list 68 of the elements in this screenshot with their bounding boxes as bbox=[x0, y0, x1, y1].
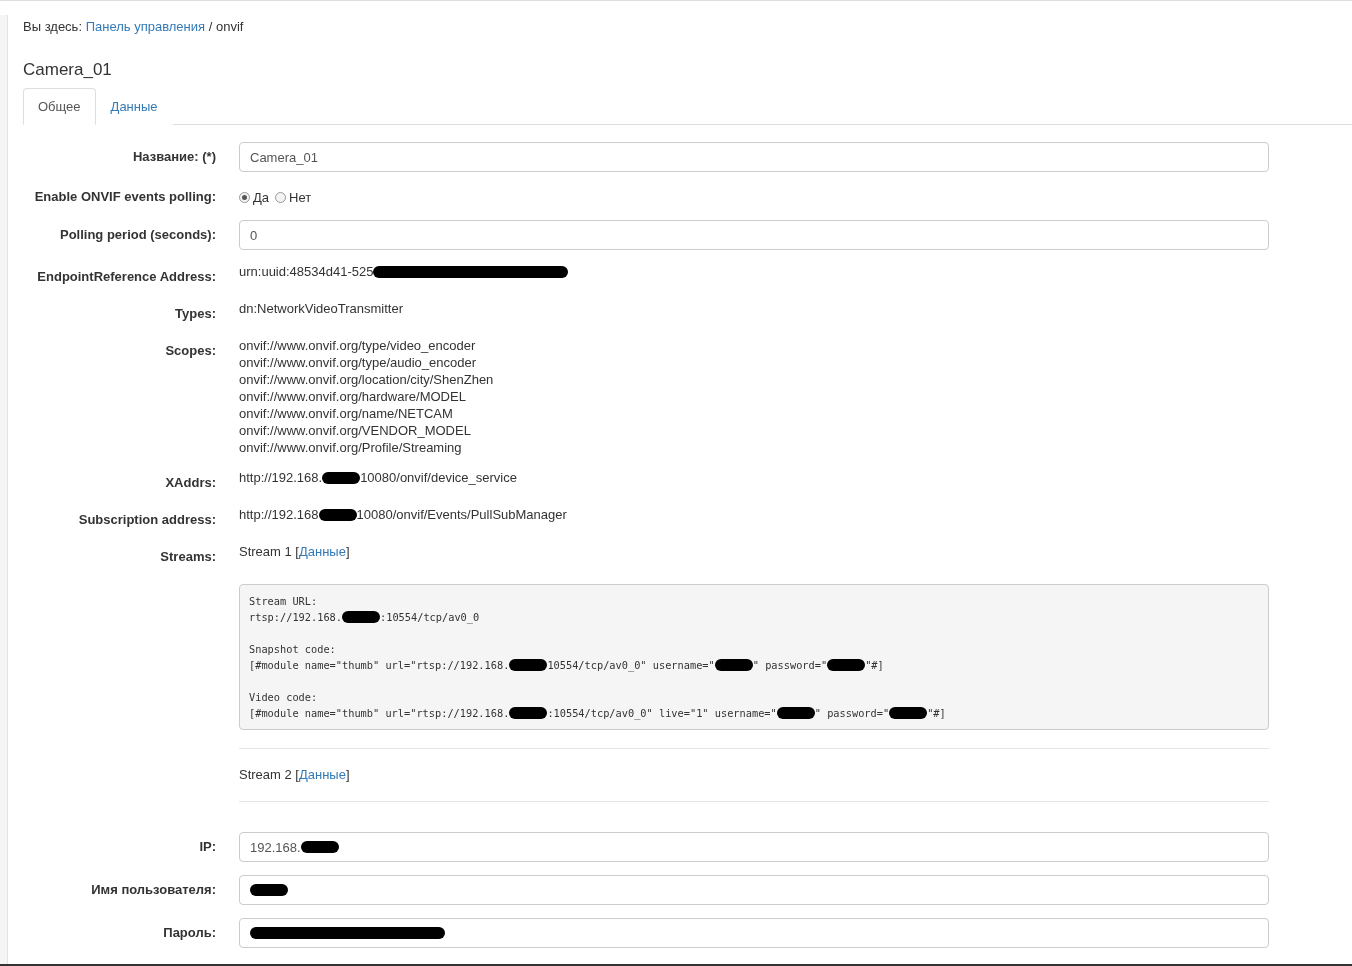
field-label: Subscription address: bbox=[77, 511, 216, 529]
field-label: EndpointReference Address: bbox=[36, 268, 216, 286]
value-text: 10080/onvif/device_service bbox=[360, 469, 517, 486]
value-text: 10080/onvif/Events/PullSubManager bbox=[356, 506, 567, 523]
breadcrumb-link[interactable]: Панель управления bbox=[85, 19, 206, 34]
field-label: IP: bbox=[198, 838, 216, 856]
input-field[interactable]: 192.168. bbox=[239, 832, 1269, 862]
value-text: Video code: bbox=[249, 691, 318, 703]
field-label: Scopes: bbox=[164, 342, 216, 360]
redaction-mark bbox=[322, 471, 361, 484]
stream-title: Stream 1 [Данные] bbox=[239, 543, 351, 560]
value-text: 10554/tcp/av0_0" username=" bbox=[547, 659, 715, 671]
field-label: Polling period (seconds): bbox=[59, 226, 216, 244]
field-label: Пароль: bbox=[162, 924, 216, 942]
redaction-mark bbox=[827, 659, 866, 671]
value-text: onvif://www.onvif.org/type/video_encoder bbox=[239, 337, 476, 354]
field-label: Название: (*) bbox=[131, 148, 216, 166]
redaction-mark bbox=[509, 659, 548, 671]
value-text: Stream URL: bbox=[249, 595, 318, 607]
value-text: onvif://www.onvif.org/type/audio_encoder bbox=[239, 354, 477, 371]
redaction-mark bbox=[250, 884, 288, 896]
breadcrumb-prefix: Вы здесь: bbox=[23, 19, 83, 34]
radio-button[interactable] bbox=[239, 191, 250, 203]
tab[interactable]: Общее bbox=[23, 88, 96, 125]
value-text: http://192.168 bbox=[239, 506, 319, 523]
redaction-mark bbox=[714, 659, 753, 671]
value-text: dn:NetworkVideoTransmitter bbox=[239, 300, 403, 317]
value-text: "#] bbox=[865, 659, 884, 671]
radio-button[interactable] bbox=[275, 191, 287, 203]
value-text: Camera_01 bbox=[250, 149, 318, 165]
stream-title: Stream 2 [Данные] bbox=[239, 766, 351, 783]
redaction-mark bbox=[300, 841, 339, 853]
value-text: :10554/tcp/av0_0" live="1" username=" bbox=[547, 707, 777, 719]
field-label: Types: bbox=[174, 305, 216, 323]
redaction-mark bbox=[342, 611, 380, 623]
value-text: Snapshot code: bbox=[249, 643, 336, 655]
radio-label: Нет bbox=[289, 189, 312, 205]
value-text: urn:uuid:48534d41-525 bbox=[239, 263, 374, 280]
field-label: Имя пользователя: bbox=[90, 881, 216, 899]
value-text: " password=" bbox=[752, 659, 828, 671]
input-field[interactable] bbox=[239, 918, 1269, 948]
value-text: onvif://www.onvif.org/name/NETCAM bbox=[239, 405, 453, 422]
value-text: onvif://www.onvif.org/VENDOR_MODEL bbox=[239, 422, 471, 439]
radio-label: Да bbox=[253, 189, 270, 205]
page-title: Camera_01 bbox=[23, 60, 113, 80]
breadcrumb-current: / onvif bbox=[207, 19, 244, 34]
value-text: [#module name="thumb" url="rtsp://192.168. bbox=[249, 707, 510, 719]
field-label: XAddrs: bbox=[164, 474, 216, 492]
value-text: " password=" bbox=[814, 707, 890, 719]
field-label: Streams: bbox=[159, 548, 216, 566]
input-field[interactable]: 0 bbox=[239, 220, 1269, 250]
redaction-mark bbox=[509, 707, 548, 719]
value-text: http://192.168. bbox=[239, 469, 323, 486]
value-text: "#] bbox=[927, 707, 946, 719]
value-text: 192.168. bbox=[250, 839, 301, 855]
redaction-mark bbox=[889, 707, 928, 719]
value-text: 0 bbox=[250, 227, 258, 243]
redaction-mark bbox=[318, 508, 357, 521]
redaction-mark bbox=[776, 707, 815, 719]
value-text: [#module name="thumb" url="rtsp://192.168. bbox=[249, 659, 510, 671]
field-label: Enable ONVIF events polling: bbox=[33, 188, 216, 206]
value-text: onvif://www.onvif.org/Profile/Streaming bbox=[239, 439, 462, 456]
value-text: :10554/tcp/av0_0 bbox=[380, 611, 480, 623]
value-text: onvif://www.onvif.org/hardware/MODEL bbox=[239, 388, 466, 405]
input-field[interactable] bbox=[239, 875, 1269, 905]
value-text: rtsp://192.168. bbox=[249, 611, 342, 623]
value-text: onvif://www.onvif.org/location/city/ShenZhen bbox=[239, 371, 494, 388]
input-field[interactable]: Camera_01 bbox=[239, 142, 1269, 172]
